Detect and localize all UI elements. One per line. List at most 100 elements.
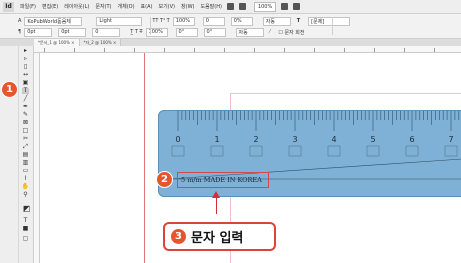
font-family-field[interactable]: KoPubWorld돋움체: [24, 16, 83, 26]
instruction-callout: 3 문자 입력: [163, 222, 276, 251]
line-tool-icon[interactable]: ╱: [22, 96, 29, 102]
type-tool-icon[interactable]: T: [22, 88, 29, 94]
free-transform-tool-icon[interactable]: ⤢: [22, 144, 29, 150]
indesign-window: Id 파일(F) 편집(E) 레이아웃(L) 문자(T) 개체(O) 표(A) …: [0, 0, 461, 263]
char-style-field[interactable]: [문제]: [308, 16, 351, 26]
hand-tool-icon[interactable]: ✋: [22, 184, 29, 190]
direct-selection-tool-icon[interactable]: ▹: [22, 56, 29, 62]
tracking-value-b: 0: [95, 29, 99, 35]
menu-window[interactable]: 창(W): [181, 3, 194, 10]
char-rotate-label: 문자 회전: [284, 29, 305, 36]
style-a-field[interactable]: 자동: [262, 16, 291, 26]
ruler-tick: [434, 48, 435, 52]
gradient-feather-tool-icon[interactable]: ▥: [22, 160, 29, 166]
page-edge-line: [144, 53, 145, 263]
ruler-number-box: [327, 145, 341, 157]
gap-tool-icon[interactable]: ↔: [22, 72, 29, 78]
skew-field[interactable]: 0°: [203, 27, 226, 37]
vertical-scale-value: 100%: [175, 18, 191, 24]
selection-tool-icon[interactable]: ▸: [22, 48, 29, 54]
rectangle-frame-tool-icon[interactable]: ⊠: [22, 120, 29, 126]
menu-file[interactable]: 파일(F): [20, 3, 36, 10]
menu-object[interactable]: 개체(O): [118, 3, 135, 10]
control-separator: [332, 17, 333, 35]
ruler-text[interactable]: 5 m/m MADE IN KOREA: [181, 176, 262, 184]
menu-view[interactable]: 보기(V): [158, 3, 175, 10]
ruler-number-box: [444, 145, 458, 157]
zoom-value: 100%: [257, 3, 273, 10]
underline-icon[interactable]: T̲ T T̶: [130, 29, 142, 35]
ruler-number-box: [405, 145, 419, 157]
control-panel: A KoPubWorld돋움체 Light TT T¹ T 100% 0 0% …: [0, 14, 461, 39]
font-style-field[interactable]: Light: [96, 16, 143, 26]
tracking-value-a: 0: [205, 18, 209, 24]
eyedropper-tool-icon[interactable]: ⌇: [22, 176, 29, 182]
page-tool-icon[interactable]: ▯: [22, 64, 29, 70]
ruler-number-1: 1: [214, 135, 220, 144]
zoom-select[interactable]: 100%: [253, 1, 277, 12]
horizontal-ruler[interactable]: [34, 46, 461, 53]
scissors-tool-icon[interactable]: ✂: [22, 136, 29, 142]
paragraph-mode-icon[interactable]: ¶: [18, 29, 21, 35]
text-color-icon[interactable]: T: [297, 18, 300, 24]
horizontal-scale-field[interactable]: 100%: [145, 27, 168, 37]
formatting-affects-icon[interactable]: T: [22, 218, 29, 224]
ruler-tick: [164, 48, 165, 52]
font-family-value: KoPubWorld돋움체: [27, 18, 71, 25]
arrange-documents-icon[interactable]: [293, 3, 301, 10]
ruler-tick: [374, 48, 375, 52]
character-mode-icon[interactable]: A: [18, 18, 21, 24]
menu-table[interactable]: 표(A): [141, 3, 153, 10]
ruler-number-2: 2: [253, 135, 259, 144]
vertical-scale-field[interactable]: 100%: [172, 16, 195, 26]
char-rotate-option[interactable]: ☐ 문자 회전: [278, 29, 304, 36]
font-size-value: 0pt: [27, 29, 36, 35]
char-style-value: [문제]: [311, 18, 325, 25]
screen-mode-icon[interactable]: [281, 3, 289, 10]
note-tool-icon[interactable]: ▭: [22, 168, 29, 174]
menu-help[interactable]: 도움말(H): [200, 3, 221, 10]
rectangle-tool-icon[interactable]: □: [22, 128, 29, 134]
view-mode-icon[interactable]: [238, 3, 246, 10]
apply-color-icon[interactable]: ■: [22, 226, 29, 232]
menu-layout[interactable]: 레이아웃(L): [64, 3, 89, 10]
bridge-icon[interactable]: [226, 3, 234, 10]
menu-bar: Id 파일(F) 편집(E) 레이아웃(L) 문자(T) 개체(O) 표(A) …: [0, 0, 461, 14]
gradient-swatch-tool-icon[interactable]: ▤: [22, 152, 29, 158]
angle-value: 0°: [178, 29, 185, 35]
font-style-value: Light: [99, 18, 112, 24]
screen-mode-icon[interactable]: ▢: [22, 236, 29, 242]
font-size-field[interactable]: 0pt: [24, 27, 53, 37]
ruler-number-5: 5: [370, 135, 376, 144]
ruler-number-7: 7: [448, 135, 454, 144]
app-logo: Id: [3, 1, 14, 12]
angle-field[interactable]: 0°: [175, 27, 198, 37]
style-c-field[interactable]: 자동: [235, 27, 264, 37]
ruler-tick: [134, 48, 135, 52]
tracking-field-b[interactable]: 0: [92, 27, 121, 37]
tools-panel: ▸ ▹ ▯ ↔ ▣ T ╱ ✒ ✎ ⊠ □ ✂ ⤢ ▤ ▥ ▭ ⌇ ✋ ⚲ ◩ …: [0, 46, 34, 263]
fill-stroke-icon[interactable]: ◩: [22, 204, 31, 213]
stroke-color-icon[interactable]: ⁄: [270, 29, 271, 35]
ruler-tick: [344, 48, 345, 52]
ruler-tick: [254, 48, 255, 52]
document-tabs: *문서_1 @ 100% × *자_2 @ 100% ×: [0, 39, 461, 46]
tab-document-2[interactable]: *자_2 @ 100% ×: [79, 39, 122, 46]
menu-edit[interactable]: 편집(E): [42, 3, 58, 10]
ruler-number-box: [171, 145, 185, 157]
control-separator: [150, 17, 151, 35]
ruler-number-box: [288, 145, 302, 157]
ruler-tick: [284, 48, 285, 52]
content-collector-icon[interactable]: ▣: [22, 80, 29, 86]
pencil-tool-icon[interactable]: ✎: [22, 112, 29, 118]
pen-tool-icon[interactable]: ✒: [22, 104, 29, 110]
zoom-tool-icon[interactable]: ⚲: [22, 192, 29, 198]
tracking-field-a[interactable]: 0: [202, 16, 225, 26]
tab-document-1[interactable]: *문서_1 @ 100% ×: [34, 39, 80, 46]
leading-field[interactable]: 0pt: [58, 27, 87, 37]
superscript-icon[interactable]: TT T¹ T: [152, 18, 169, 24]
kerning-field[interactable]: 0%: [230, 16, 253, 26]
ruler-number-box: [210, 145, 224, 157]
control-row-bottom: ¶ 0pt 0pt 0 T̲ T T̶ 100% 0° 0° 자동 ⁄ ☐ 문자…: [0, 27, 304, 37]
menu-type[interactable]: 문자(T): [95, 3, 111, 10]
